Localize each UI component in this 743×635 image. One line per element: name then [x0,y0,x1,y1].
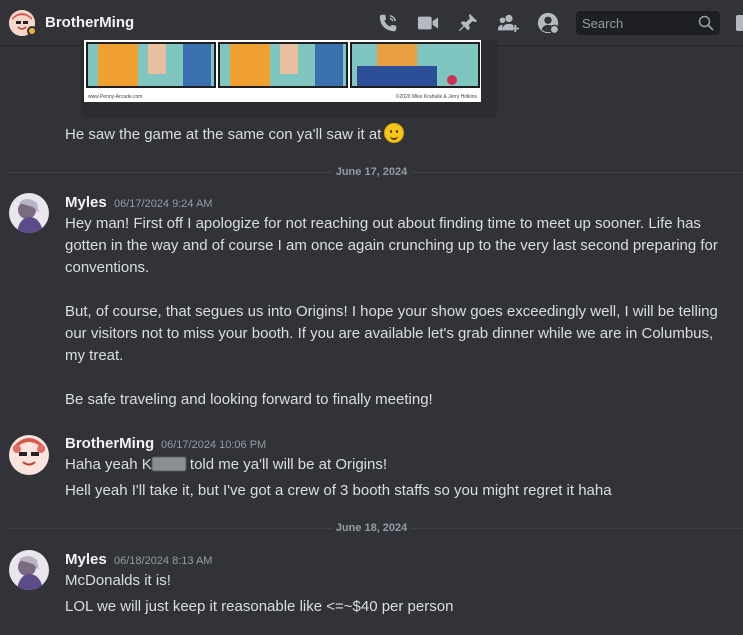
slight-smile-emoji-icon [384,123,405,143]
message-text: Be safe traveling and looking forward to… [65,391,433,408]
message-line: Haha yeah K told me ya'll will be at Ori… [65,454,387,476]
redacted-name [151,457,186,471]
message-text: conventions. [65,259,150,276]
message-text: McDonalds it is! [65,572,171,589]
username[interactable]: Myles [65,194,107,211]
comic-caption-right: ©2020 Mike Krahulik & Jerry Holkins [395,94,477,100]
message-text: LOL we will just keep it reasonable like… [65,598,454,615]
message-text: gotten in the way and of course I am onc… [65,237,718,254]
comic-panel [350,42,480,88]
comic-image[interactable]: www.Penny-Arcade.com ©2020 Mike Krahulik… [84,40,481,102]
status-indicator [27,26,37,36]
message-timestamp: 06/17/2024 10:06 PM [161,439,267,451]
search-placeholder: Search [582,16,624,31]
message-text: Hell yeah I'll take it, but I've got a c… [65,482,612,499]
profile-icon[interactable] [536,12,560,34]
avatar[interactable] [9,435,49,475]
message-line: He saw the game at the same con ya'll sa… [65,123,405,146]
comic-panel [86,42,216,88]
message-text: Haha yeah K [65,456,152,473]
dm-name: BrotherMing [45,14,135,31]
search-icon [698,15,714,31]
video-icon[interactable] [416,12,440,34]
message-timestamp: 06/17/2024 9:24 AM [114,198,213,210]
add-friend-icon[interactable] [496,12,520,34]
date-divider-label: June 17, 2024 [0,166,743,178]
search-input[interactable]: Search [576,11,720,35]
message-text: my treat. [65,347,124,364]
phone-call-icon[interactable] [376,12,400,34]
message-timestamp: 06/18/2024 8:13 AM [114,555,213,567]
image-attachment[interactable]: www.Penny-Arcade.com ©2020 Mike Krahulik… [81,40,497,118]
username[interactable]: BrotherMing [65,435,154,452]
message-text: Hey man! First off I apologize for not r… [65,215,701,232]
message-text: But, of course, that segues us into Orig… [65,303,718,320]
avatar[interactable] [9,550,49,590]
date-divider-label: June 18, 2024 [0,522,743,534]
inbox-icon[interactable] [736,12,743,34]
username[interactable]: Myles [65,551,107,568]
avatar[interactable] [9,193,49,233]
message-text: He saw the game at the same con ya'll sa… [65,126,382,143]
comic-caption-left: www.Penny-Arcade.com [88,94,143,100]
message-text: told me ya'll will be at Origins! [185,456,388,473]
message-text: our visitors not to miss your booth. If … [65,325,714,342]
pin-icon[interactable] [456,12,480,34]
comic-panel [218,42,348,88]
